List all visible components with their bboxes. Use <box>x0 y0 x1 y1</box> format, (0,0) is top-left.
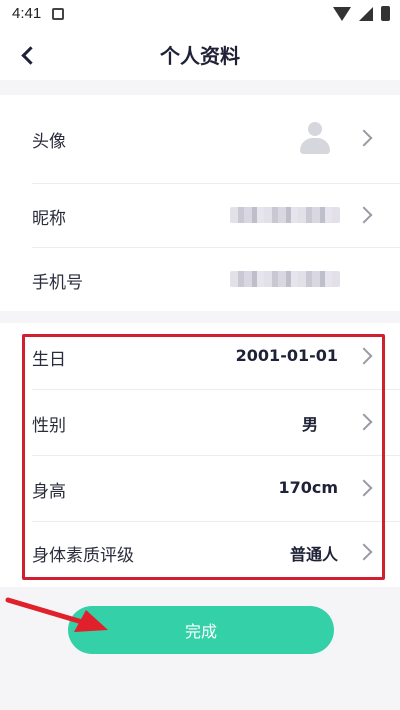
notification-app-icon <box>52 8 64 20</box>
wifi-icon <box>333 6 351 21</box>
chevron-right-icon <box>355 129 373 147</box>
gender-row[interactable]: 性别 男 <box>0 389 400 455</box>
fitness-rating-label: 身体素质评级 <box>32 546 134 566</box>
avatar-head <box>308 122 322 136</box>
done-button[interactable]: 完成 <box>68 606 334 654</box>
avatar[interactable] <box>300 122 330 156</box>
fitness-rating-row[interactable]: 身体素质评级 普通人 <box>0 521 400 587</box>
chevron-right-icon <box>355 413 373 431</box>
chevron-right-icon <box>355 543 373 561</box>
status-bar: 4:41 <box>0 0 400 28</box>
avatar-row[interactable]: 头像 <box>0 95 400 183</box>
gender-value: 男 <box>301 415 318 434</box>
chevron-right-icon <box>355 206 373 224</box>
page-title: 个人资料 <box>160 44 240 68</box>
profile-details-section: 生日 2001-01-01 性别 男 身高 170cm 身体素质评级 普通人 <box>0 323 400 587</box>
height-value: 170cm <box>278 478 338 497</box>
birthday-row[interactable]: 生日 2001-01-01 <box>0 323 400 389</box>
birthday-label: 生日 <box>32 350 66 370</box>
phone-value-redacted <box>230 271 340 287</box>
avatar-label: 头像 <box>32 132 66 152</box>
phone-label: 手机号 <box>32 273 83 293</box>
nickname-label: 昵称 <box>32 209 66 229</box>
birthday-value: 2001-01-01 <box>235 346 338 365</box>
battery-icon <box>381 6 390 21</box>
status-icons <box>333 6 390 21</box>
header: 个人资料 <box>0 28 400 80</box>
signal-icon <box>359 6 373 21</box>
chevron-right-icon <box>355 347 373 365</box>
status-time: 4:41 <box>12 5 42 22</box>
gender-label: 性别 <box>32 416 66 436</box>
height-label: 身高 <box>32 482 66 502</box>
nickname-value-redacted <box>230 207 340 223</box>
phone-row: 手机号 <box>0 247 400 311</box>
fitness-rating-value: 普通人 <box>289 545 338 564</box>
height-row[interactable]: 身高 170cm <box>0 455 400 521</box>
chevron-right-icon <box>355 479 373 497</box>
avatar-body <box>300 138 330 154</box>
nickname-row[interactable]: 昵称 <box>0 183 400 247</box>
profile-basic-section: 头像 昵称 手机号 <box>0 95 400 311</box>
